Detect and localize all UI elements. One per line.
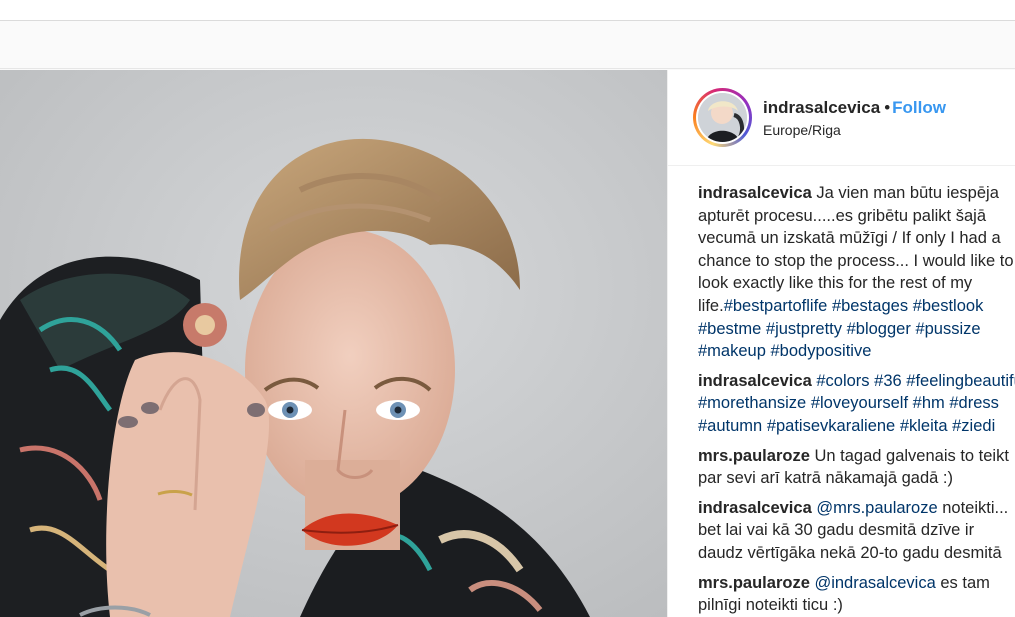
hashtag-link[interactable]: #feelingbeautiful (906, 372, 1015, 390)
post-location[interactable]: Europe/Riga (763, 122, 841, 138)
mention-link[interactable]: @mrs.paularoze (816, 499, 937, 517)
comment-author[interactable]: mrs.paularoze (698, 574, 810, 592)
comment-text: vecumā un izskatā mūžīgi / If only I had… (698, 229, 1001, 248)
comments-list: indrasalcevica Ja vien man būtu iespēja … (698, 182, 1015, 617)
hashtag-link[interactable]: #blogger (847, 320, 911, 338)
comment-text: look exactly like this for the rest of m… (698, 274, 973, 293)
hashtag-link[interactable]: #hm (913, 394, 945, 412)
comment-text: life. (698, 296, 724, 315)
hashtag-link[interactable]: #makeup (698, 342, 766, 360)
comment-item: indrasalcevica #colors #36 #feelingbeaut… (698, 370, 1015, 438)
follow-button[interactable]: Follow (892, 98, 946, 117)
hashtag-link[interactable]: #autumn (698, 417, 762, 435)
comment-item: mrs.paularoze @indrasalcevica es tam pil… (698, 572, 1015, 617)
comment-text: apturēt procesu.....es gribētu palikt ša… (698, 206, 986, 225)
hashtag-link[interactable]: #36 (874, 372, 902, 390)
comment-text: bet lai vai kā 30 gadu desmitā dzīve ir (698, 521, 975, 540)
page-background-band (0, 21, 1015, 69)
comment-text: Un tagad galvenais to teikt (814, 446, 1009, 465)
hashtag-link[interactable]: #bestlook (913, 297, 984, 315)
hashtag-link[interactable]: #kleita (900, 417, 948, 435)
hashtag-link[interactable]: #ziedi (952, 417, 995, 435)
post-sidebar: indrasalcevica • Follow Europe/Riga indras… (667, 70, 1015, 617)
comment-author[interactable]: indrasalcevica (698, 372, 812, 390)
comment-item: indrasalcevica Ja vien man būtu iespēja … (698, 182, 1015, 363)
comment-author[interactable]: indrasalcevica (698, 184, 812, 202)
separator-dot: • (884, 98, 891, 117)
hashtag-link[interactable]: #bodypositive (770, 342, 871, 360)
comment-text: par sevi arī katrā nākamajā gadā :) (698, 469, 953, 488)
hashtag-link[interactable]: #bestme (698, 320, 761, 338)
portrait-image (0, 70, 667, 617)
hashtag-link[interactable]: #bestages (832, 297, 908, 315)
hashtag-link[interactable]: #pussize (915, 320, 980, 338)
comment-text: es tam (940, 573, 990, 592)
comment-text: pilnīgi noteikti ticu :) (698, 596, 843, 615)
avatar[interactable] (693, 88, 752, 147)
hashtag-link[interactable]: #loveyourself (811, 394, 908, 412)
post-header: indrasalcevica • Follow Europe/Riga (668, 70, 1015, 166)
post-author-line: indrasalcevica • Follow (763, 98, 946, 118)
comment-item: mrs.paularoze Un tagad galvenais to teik… (698, 445, 1015, 490)
comment-item: indrasalcevica @mrs.paularoze noteikti..… (698, 497, 1015, 565)
comment-author[interactable]: mrs.paularoze (698, 447, 810, 465)
hashtag-link[interactable]: #bestpartoflife (724, 297, 828, 315)
post-username[interactable]: indrasalcevica (763, 98, 880, 117)
top-navigation-bar (0, 0, 1015, 21)
hashtag-link[interactable]: #colors (816, 372, 869, 390)
post-photo[interactable] (0, 70, 667, 617)
hashtag-link[interactable]: #dress (949, 394, 999, 412)
hashtag-link[interactable]: #justpretty (766, 320, 842, 338)
hashtag-link[interactable]: #patisevkaraliene (767, 417, 895, 435)
hashtag-link[interactable]: #morethansize (698, 394, 806, 412)
comment-text: noteikti... (942, 498, 1009, 517)
comment-text: daudz vērtīgāka nekā 20-to gadu desmitā (698, 543, 1002, 562)
comment-text: chance to stop the process... I would li… (698, 251, 1014, 270)
comment-text: Ja vien man būtu iespēja (816, 184, 999, 202)
mention-link[interactable]: @indrasalcevica (814, 574, 935, 592)
comment-author[interactable]: indrasalcevica (698, 499, 812, 517)
avatar-image (698, 93, 747, 142)
